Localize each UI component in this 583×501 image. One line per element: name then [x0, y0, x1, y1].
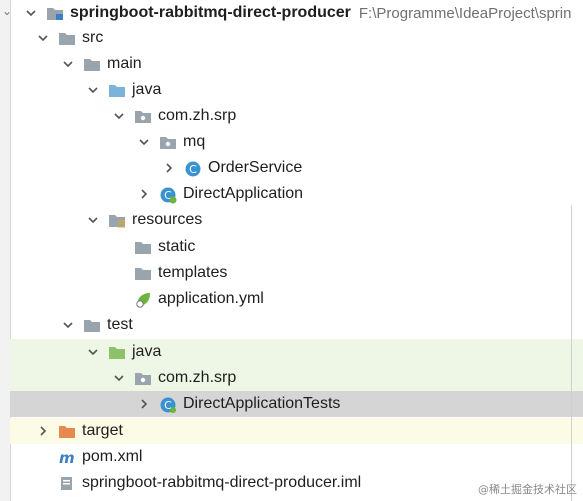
node-label: pom.xml [82, 448, 143, 465]
test-class-icon: C [159, 396, 177, 413]
tree-node-pom[interactable]: m pom.xml [10, 444, 583, 470]
tree-node-direct-application[interactable]: C DirectApplication [10, 181, 583, 207]
chevron-down-icon[interactable] [86, 83, 100, 97]
tree-node-target[interactable]: target [10, 418, 583, 444]
node-label: DirectApplication [183, 185, 304, 202]
no-arrow [112, 266, 126, 280]
chevron-right-icon[interactable] [137, 187, 151, 201]
node-label: templates [158, 264, 228, 281]
package-icon [134, 108, 152, 124]
tree-node-package-main[interactable]: com.zh.srp [10, 103, 583, 129]
node-label: resources [132, 211, 203, 228]
chevron-down-icon[interactable] [86, 345, 100, 359]
spring-boot-class-icon: C [159, 186, 177, 204]
tree-node-test[interactable]: test [10, 312, 583, 338]
source-folder-icon [108, 82, 126, 98]
node-label: com.zh.srp [158, 107, 237, 124]
tree-node-mq[interactable]: mq [10, 129, 583, 155]
chevron-down-icon[interactable] [36, 31, 50, 45]
tree-node-templates[interactable]: templates [10, 260, 583, 286]
excluded-folder-icon [58, 423, 76, 439]
chevron-down-icon[interactable] [112, 371, 126, 385]
project-tree: springboot-rabbitmq-direct-producer F:\P… [10, 0, 583, 501]
tree-node-direct-application-tests[interactable]: C DirectApplicationTests [10, 391, 583, 417]
chevron-down-icon[interactable] [61, 318, 75, 332]
node-label: com.zh.srp [158, 369, 237, 386]
node-label: OrderService [208, 159, 303, 176]
package-icon [134, 370, 152, 386]
node-label: src [82, 29, 104, 46]
svg-text:m: m [59, 449, 75, 465]
tree-node-test-java[interactable]: java [10, 339, 583, 365]
maven-icon: m [58, 449, 76, 467]
tree-node-application-yml[interactable]: application.yml [10, 286, 583, 312]
tree-node-package-test[interactable]: com.zh.srp [10, 365, 583, 391]
tree-node-src[interactable]: src [10, 25, 583, 51]
tree-node-order-service[interactable]: C OrderService [10, 155, 583, 181]
chevron-right-icon[interactable] [36, 424, 50, 438]
project-name: springboot-rabbitmq-direct-producer [70, 4, 351, 21]
node-label: application.yml [158, 290, 264, 307]
tree-node-resources[interactable]: resources [10, 207, 583, 233]
module-file-icon [58, 475, 76, 491]
chevron-right-icon[interactable] [137, 397, 151, 411]
node-label: java [132, 343, 162, 360]
node-label: main [107, 55, 142, 72]
chevron-down-icon[interactable] [61, 57, 75, 71]
class-icon: C [184, 160, 202, 177]
node-label: static [158, 238, 196, 255]
chevron-right-icon[interactable] [162, 161, 176, 175]
module-folder-icon [46, 5, 64, 21]
chevron-down-icon[interactable] [86, 213, 100, 227]
folder-icon [134, 239, 152, 255]
package-icon [159, 134, 177, 150]
no-arrow [112, 240, 126, 254]
folder-icon [83, 317, 101, 333]
no-arrow [112, 292, 126, 306]
node-label: mq [183, 133, 206, 150]
node-label: DirectApplicationTests [183, 395, 341, 412]
test-folder-icon [108, 344, 126, 360]
tree-node-main-java[interactable]: java [10, 77, 583, 103]
folder-icon [134, 265, 152, 281]
tree-node-project[interactable]: springboot-rabbitmq-direct-producer F:\P… [10, 0, 583, 26]
svg-text:C: C [189, 163, 197, 176]
folder-icon [83, 56, 101, 72]
node-label: java [132, 81, 162, 98]
project-path: F:\Programme\IdeaProject\sprin [358, 4, 572, 22]
spring-config-icon [134, 291, 152, 308]
node-label: target [82, 422, 123, 439]
resources-folder-icon [108, 212, 126, 228]
folder-icon [58, 30, 76, 46]
chevron-down-icon[interactable] [24, 6, 38, 20]
watermark: @稀土掘金技术社区 [478, 483, 577, 496]
chevron-down-icon[interactable] [137, 135, 151, 149]
panel-divider [571, 205, 572, 501]
chevron-down-icon[interactable] [112, 109, 126, 123]
node-label: springboot-rabbitmq-direct-producer.iml [82, 474, 362, 491]
tree-node-static[interactable]: static [10, 234, 583, 260]
tree-node-main[interactable]: main [10, 51, 583, 77]
node-label: test [107, 316, 133, 333]
